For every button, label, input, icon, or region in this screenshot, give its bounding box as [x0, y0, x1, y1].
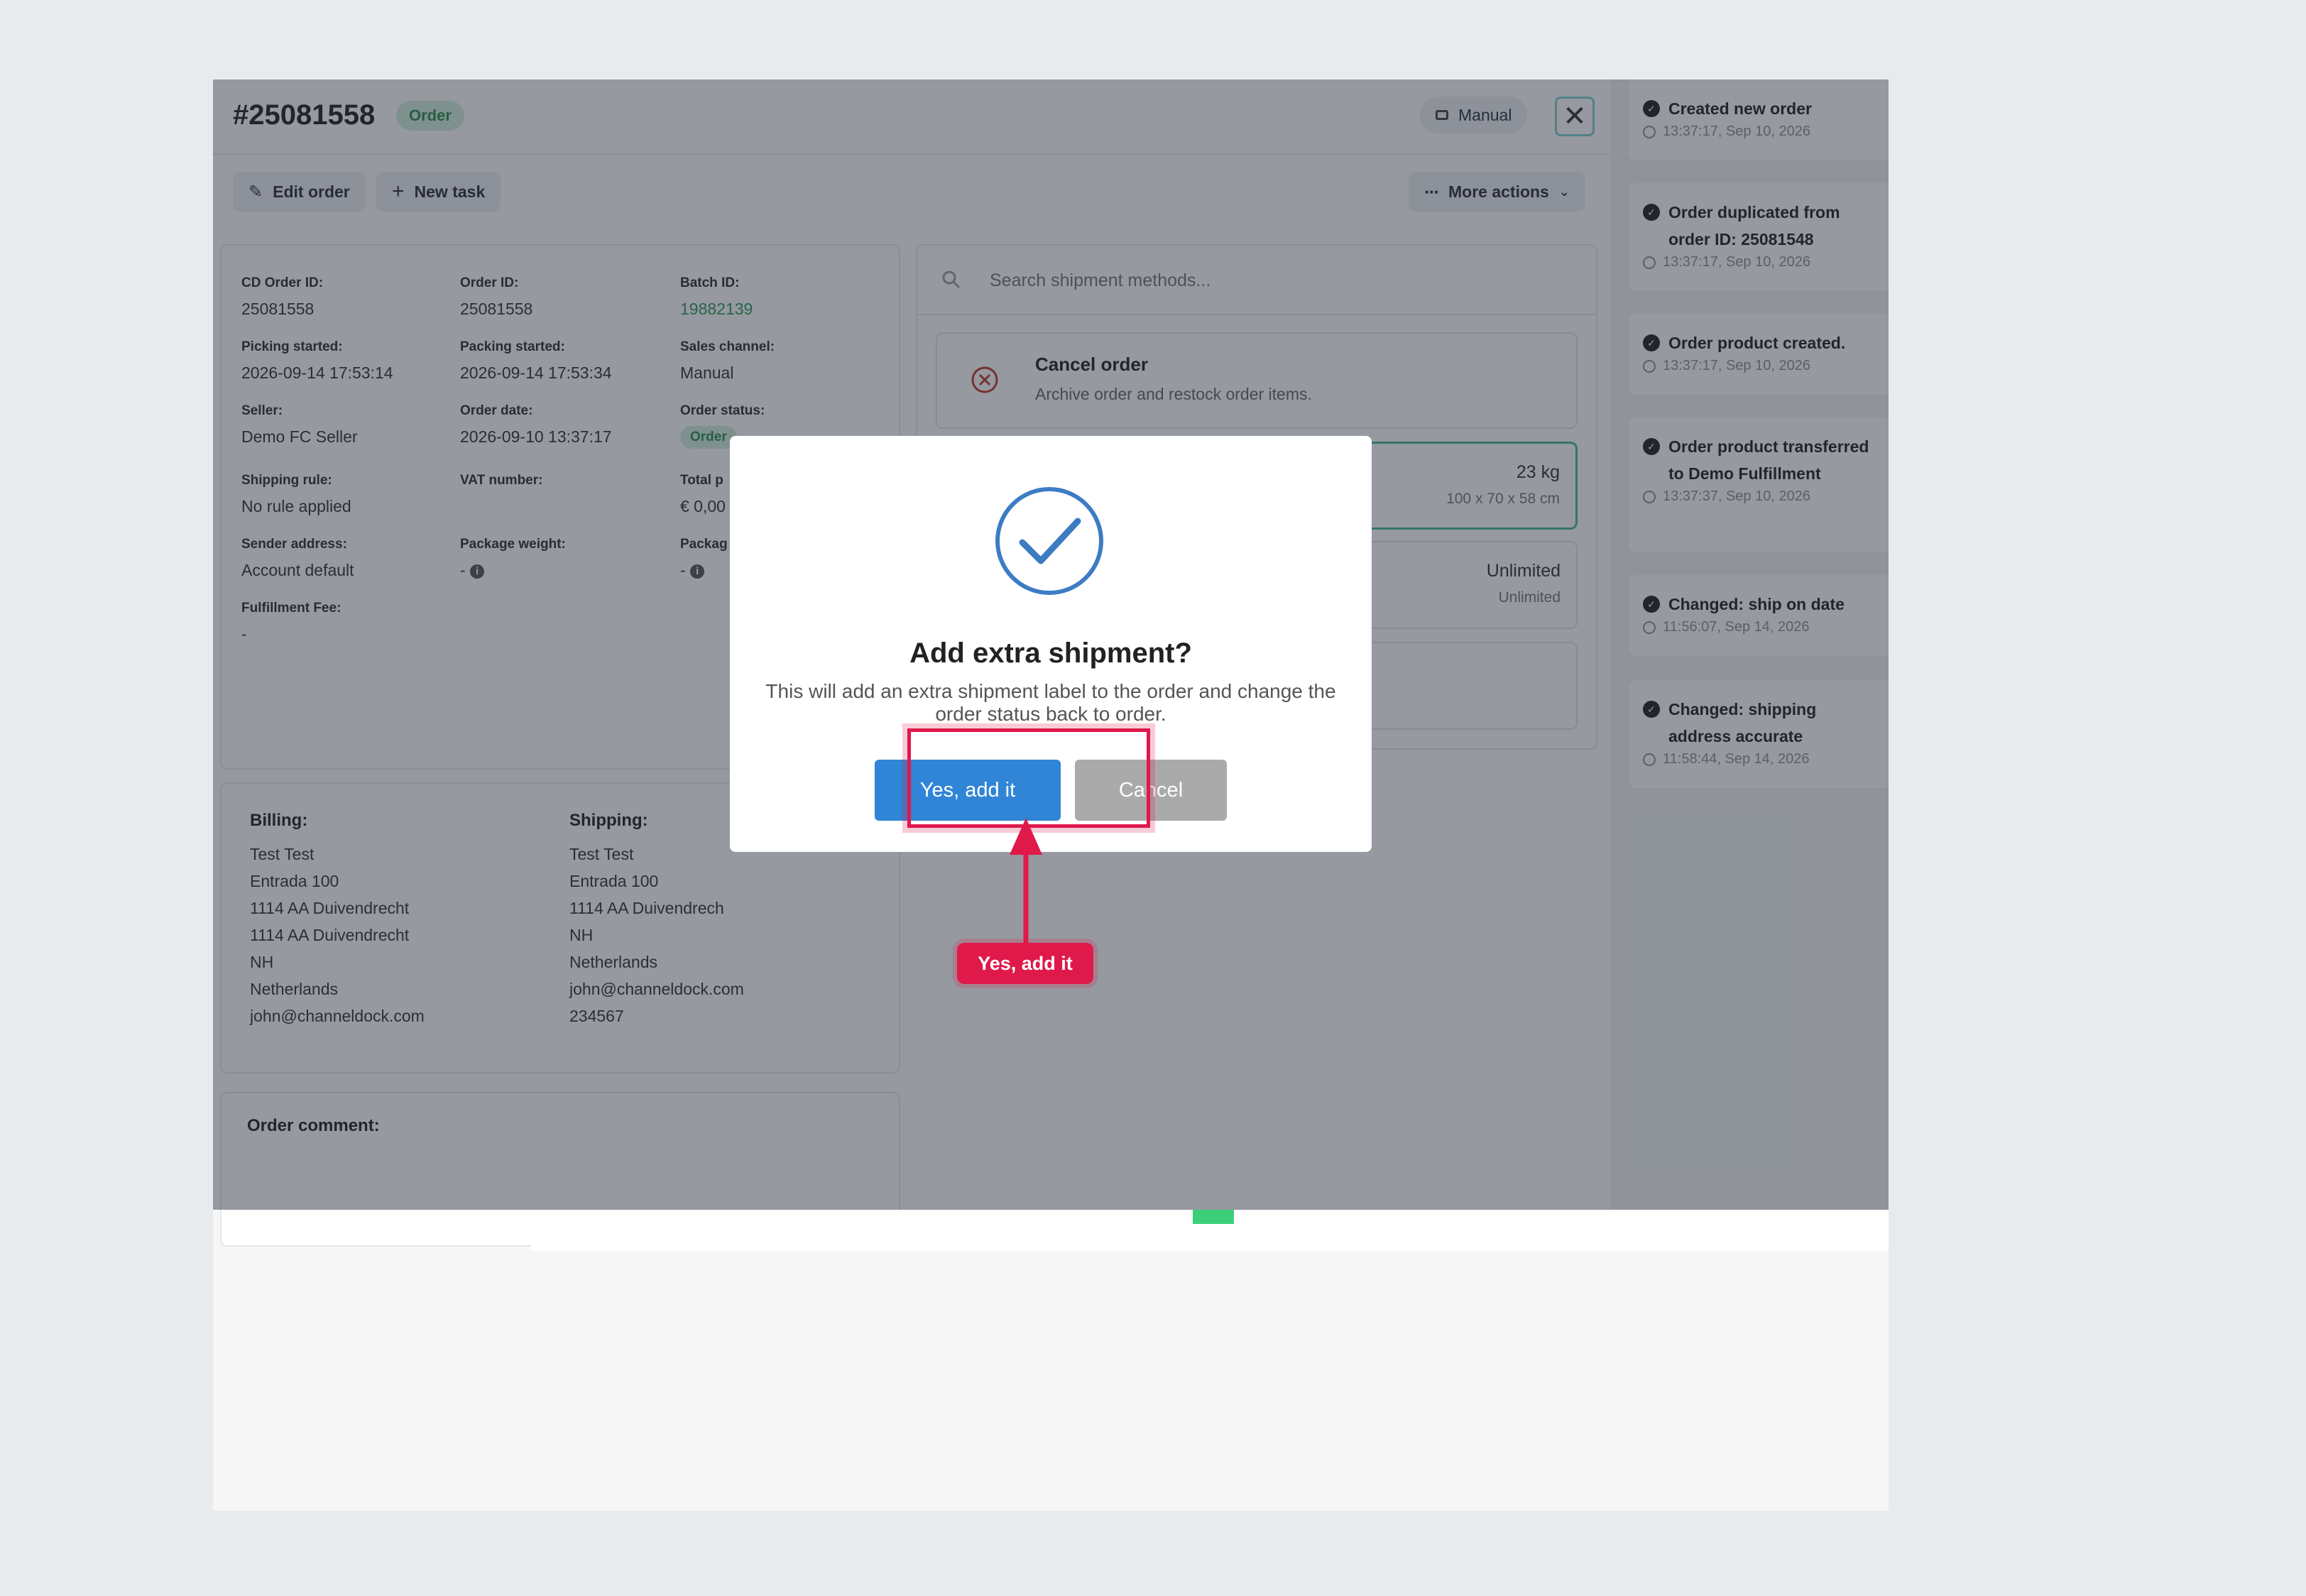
annotation-highlight-box	[907, 728, 1150, 828]
page-footer-strip	[531, 1210, 1889, 1251]
dialog-message: This will add an extra shipment label to…	[765, 680, 1336, 725]
annotation-arrow-icon	[1010, 818, 1042, 944]
dialog-title: Add extra shipment?	[909, 638, 1192, 669]
green-tab-indicator	[1193, 1210, 1234, 1224]
success-check-icon	[995, 487, 1103, 595]
annotation-callout: Yes, add it	[957, 943, 1093, 984]
